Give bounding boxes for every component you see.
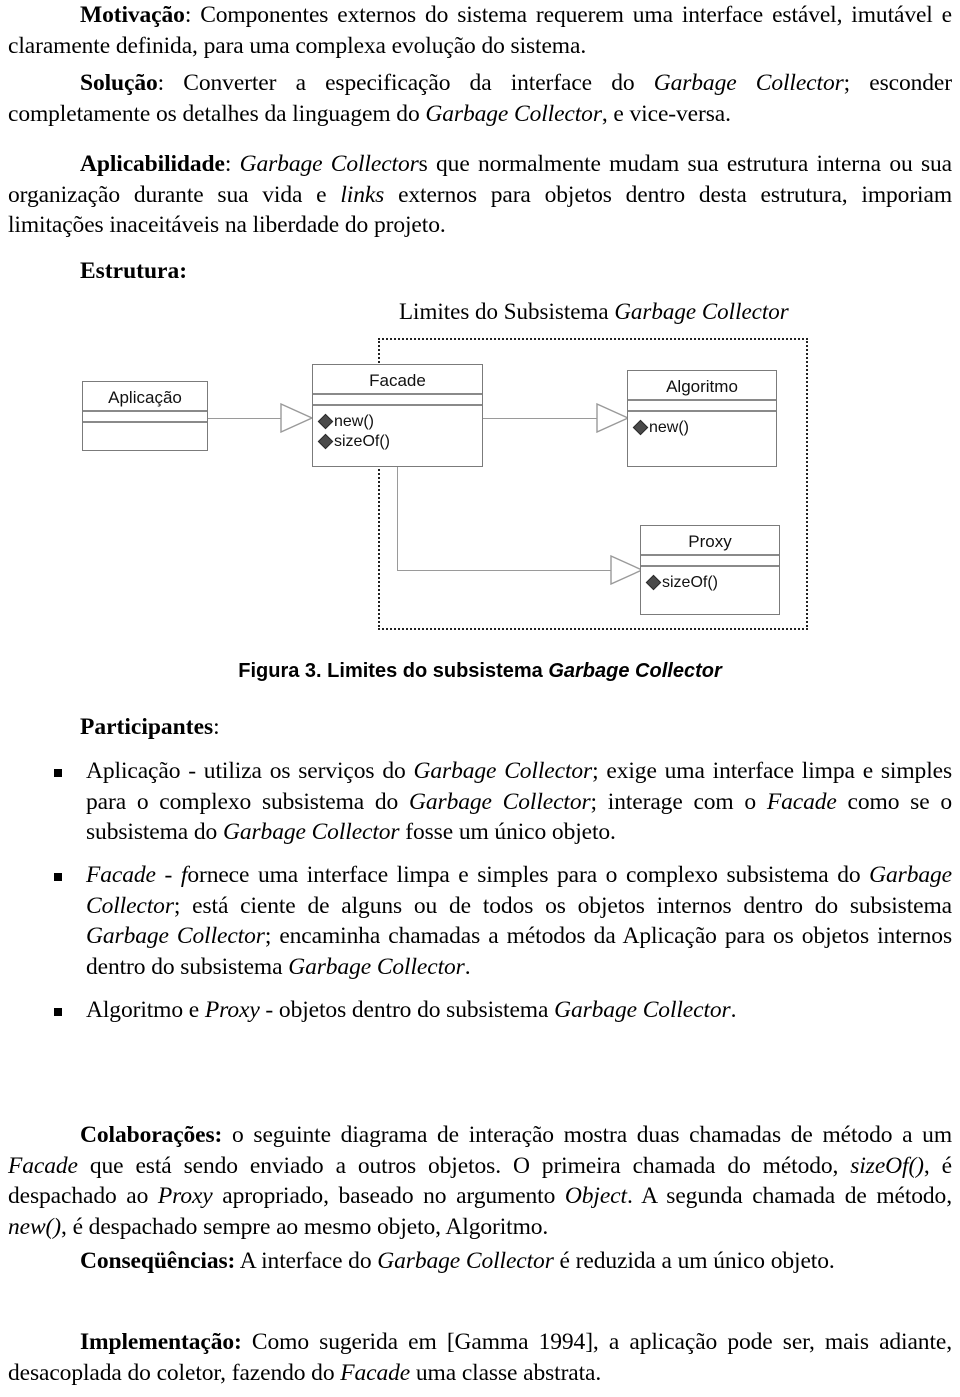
uml-operations-compartment-algoritmo: new() (628, 412, 776, 438)
connector-aplicacao-facade (208, 418, 282, 419)
paragraph-motivacao: Motivação: Componentes externos do siste… (8, 2, 952, 59)
figure-structure: Limites do Subsistema Garbage Collector … (0, 295, 960, 655)
uml-operation-label: new() (334, 413, 375, 430)
paragraph-aplicabilidade: Aplicabilidade: Garbage Collectors que n… (8, 151, 952, 239)
operation-marker-icon (632, 419, 649, 436)
uml-class-name-facade: Facade (369, 371, 426, 390)
uml-class-name-algoritmo: Algoritmo (666, 377, 738, 396)
figure-caption: Figura 3. Limites do subsistema Garbage … (0, 660, 960, 683)
participantes-label-text: Participantes (80, 714, 214, 740)
term-new: new() (8, 1213, 62, 1240)
term-facade: Facade (86, 861, 156, 888)
uml-class-facade[interactable]: Facade new() sizeOf() (312, 364, 483, 467)
boundary-title-plain: Limites do Subsistema (399, 299, 615, 324)
connector-facade-algoritmo (483, 418, 600, 419)
bullet-square-icon (54, 769, 62, 777)
uml-operation-row: new() (317, 412, 482, 432)
uml-operation-row: sizeOf() (645, 573, 779, 593)
figure-caption-number: Figura 3. (238, 660, 322, 682)
list-item-text: Algoritmo e Proxy - objetos dentro do su… (86, 996, 737, 1023)
participantes-separator: : (213, 714, 220, 740)
uml-operation-row: new() (632, 418, 776, 438)
list-item: Algoritmo e Proxy - objetos dentro do su… (8, 995, 952, 1026)
uml-attributes-compartment (641, 556, 779, 565)
paragraph-colaboracoes: Colaborações: o seguinte diagrama de int… (8, 1122, 952, 1240)
participantes-list: Aplicação - utiliza os serviços do Garba… (8, 756, 952, 1029)
participantes-label: Participantes: (80, 712, 220, 743)
term-links: links (340, 181, 385, 208)
term-proxy: Proxy (204, 996, 260, 1023)
term-garbage-collector: Garbage Collector (409, 788, 591, 815)
uml-class-proxy[interactable]: Proxy sizeOf() (640, 525, 780, 615)
term-garbage-collector: Garbage Collector (222, 819, 400, 846)
connector-facade-proxy-vertical (397, 467, 398, 571)
term-garbage-collector: Garbage Collector (425, 100, 602, 127)
term-garbage-collector: Garbage Collector (86, 861, 953, 919)
lead-consequencias: Conseqüências: (80, 1248, 236, 1274)
term-garbage-collector: Garbage Collector (86, 923, 265, 950)
sep-motivacao: : (184, 2, 201, 28)
list-item: Aplicação - utiliza os serviços do Garba… (8, 756, 952, 848)
operation-marker-icon (317, 413, 334, 430)
uml-class-algoritmo[interactable]: Algoritmo new() (627, 370, 777, 467)
list-item-text: Aplicação - utiliza os serviços do Garba… (86, 758, 952, 846)
boundary-title-italic: Garbage Collector (614, 299, 789, 324)
term-garbage-collector: Garbage Collector (239, 151, 419, 177)
subsystem-boundary-title: Limites do Subsistema Garbage Collector (399, 299, 789, 325)
uml-class-name-proxy: Proxy (688, 532, 732, 551)
lead-motivacao: Motivação (80, 2, 185, 28)
arrowhead-aplicacao-facade (280, 403, 314, 433)
uml-attributes-compartment (83, 412, 207, 421)
uml-attributes-compartment (313, 395, 482, 404)
operation-marker-icon (645, 574, 662, 591)
lead-implementacao: Implementação: (80, 1329, 242, 1355)
uml-operations-compartment-facade: new() sizeOf() (313, 406, 482, 452)
uml-operation-label: sizeOf() (662, 574, 718, 591)
uml-operation-row: sizeOf() (317, 432, 482, 452)
paragraph-implementacao: Implementação: Como sugerida em [Gamma 1… (8, 1329, 952, 1386)
term-object: Object (564, 1183, 627, 1210)
list-item-text: Facade - fornece uma interface limpa e s… (86, 861, 953, 980)
term-proxy: Proxy (157, 1183, 213, 1210)
lead-solucao: Solução (80, 70, 158, 96)
term-garbage-collector: Garbage Collector (288, 953, 465, 980)
term-garbage-collector: Garbage Collector (653, 70, 844, 96)
connector-facade-proxy-horizontal (397, 570, 616, 571)
lead-colaboracoes: Colaborações: (80, 1122, 223, 1148)
arrowhead-facade-proxy (610, 555, 644, 585)
list-item: Facade - fornece uma interface limpa e s… (8, 860, 952, 983)
term-sizeof: sizeOf() (850, 1152, 924, 1179)
sep-solucao: : (157, 70, 184, 96)
document-page: Motivação: Componentes externos do siste… (0, 0, 960, 1397)
operation-marker-icon (317, 433, 334, 450)
uml-operation-label: new() (649, 419, 690, 436)
uml-operations-compartment-aplicacao (83, 423, 207, 429)
bullet-square-icon (54, 872, 62, 881)
term-garbage-collector: Garbage Collector (377, 1248, 554, 1274)
paragraph-consequencias: Conseqüências: A interface do Garbage Co… (80, 1248, 835, 1274)
term-garbage-collector: Garbage Collector (554, 996, 731, 1023)
arrowhead-facade-algoritmo (596, 403, 630, 433)
sep-aplicabilidade: : (224, 151, 240, 177)
figure-caption-text: Limites do subsistema (321, 660, 549, 682)
uml-class-name-aplicacao: Aplicação (108, 388, 182, 407)
bullet-square-icon (54, 1007, 62, 1016)
term-fornece-f: f (180, 861, 188, 888)
uml-operations-compartment-proxy: sizeOf() (641, 567, 779, 593)
term-garbage-collector: Garbage Collector (413, 758, 593, 784)
figure-caption-italic: Garbage Collector (548, 660, 722, 682)
uml-attributes-compartment (628, 401, 776, 410)
paragraph-solucao: Solução: Converter a especificação da in… (8, 70, 952, 127)
term-facade: Facade (766, 788, 837, 815)
uml-class-aplicacao[interactable]: Aplicação (82, 381, 208, 451)
lead-aplicabilidade: Aplicabilidade (80, 151, 225, 177)
term-facade: Facade (8, 1152, 78, 1179)
estrutura-label: Estrutura: (80, 258, 188, 284)
uml-operation-label: sizeOf() (334, 433, 390, 450)
term-facade: Facade (340, 1359, 411, 1386)
